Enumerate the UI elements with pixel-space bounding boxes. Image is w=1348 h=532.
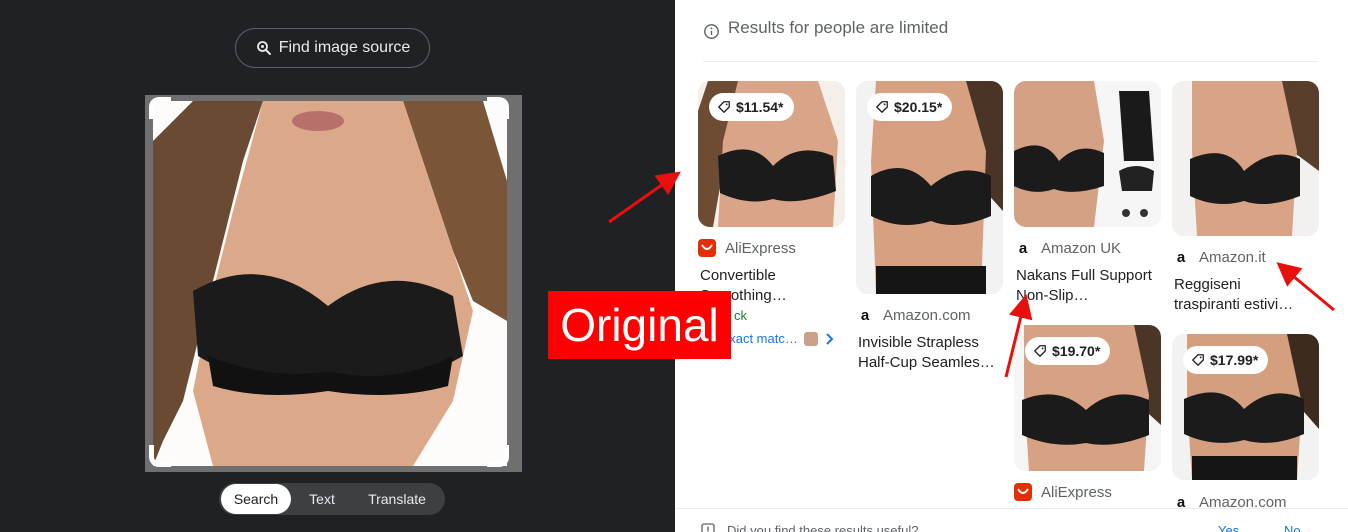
source-name: Amazon.it	[1199, 248, 1266, 266]
crop-handle-top-right[interactable]	[487, 97, 509, 119]
result-card[interactable]: $17.99* a Amazon.com	[1172, 334, 1319, 511]
query-image-frame	[145, 95, 522, 472]
tab-text[interactable]: Text	[291, 484, 353, 514]
price-value: $20.15*	[894, 99, 943, 115]
result-card[interactable]: $19.70* AliExpress	[1014, 325, 1161, 501]
info-icon	[704, 24, 719, 39]
price-value: $19.70*	[1052, 343, 1101, 359]
find-image-source-label: Find image source	[278, 39, 411, 56]
price-tag: $17.99*	[1183, 346, 1269, 374]
result-source: a Amazon.it	[1172, 248, 1319, 266]
feedback-question: Did you find these results useful?	[727, 523, 919, 532]
result-card[interactable]: a Amazon.it Reggiseni traspiranti estivi…	[1172, 81, 1319, 315]
result-thumbnail[interactable]: $17.99*	[1172, 334, 1319, 480]
amazon-icon: a	[1018, 239, 1028, 257]
crop-handle-bottom-left[interactable]	[149, 445, 171, 467]
result-thumbnail[interactable]	[1014, 81, 1161, 227]
feedback-bar: Did you find these results useful? Yes N…	[675, 508, 1348, 532]
results-limited-notice: Results for people are limited	[703, 18, 1318, 62]
find-image-source-button[interactable]: Find image source	[235, 28, 430, 68]
result-source: AliExpress	[1014, 483, 1161, 501]
tag-icon	[1192, 354, 1204, 366]
crop-handle-top-left[interactable]	[149, 97, 171, 119]
title-line-2: Half-Cup Seamles…	[858, 354, 995, 371]
result-thumbnail[interactable]	[1172, 81, 1319, 236]
limited-notice-text: Results for people are limited	[728, 18, 949, 37]
result-thumbnail[interactable]: $20.15*	[856, 81, 1003, 294]
price-tag: $19.70*	[1025, 337, 1111, 365]
tag-icon	[876, 101, 888, 113]
result-source: a Amazon UK	[1014, 239, 1161, 257]
lens-mode-tabs: Search Text Translate	[219, 483, 445, 515]
lens-search-icon	[256, 41, 271, 55]
title-line-1: Reggiseni	[1174, 276, 1241, 293]
result-source: a Amazon.com	[856, 306, 1003, 324]
tag-icon	[718, 101, 730, 113]
title-line-1: Convertible	[700, 267, 776, 284]
price-tag: $20.15*	[867, 93, 953, 121]
source-name: Amazon.com	[883, 306, 971, 324]
feedback-yes-button[interactable]: Yes	[1218, 523, 1239, 532]
result-title[interactable]: Reggiseni traspiranti estivi…	[1172, 275, 1319, 315]
tab-translate[interactable]: Translate	[353, 484, 441, 514]
feedback-no-button[interactable]: No	[1284, 523, 1301, 532]
crop-handle-bottom-right[interactable]	[487, 445, 509, 467]
image-preview-pane: Find image source Search Text Translate	[0, 0, 675, 532]
chevron-right-icon	[826, 332, 834, 345]
result-title[interactable]: Invisible Strapless Half-Cup Seamles…	[856, 333, 1003, 373]
original-annotation-label: Original	[548, 291, 731, 359]
source-name: Amazon UK	[1041, 239, 1122, 257]
title-line-2: traspiranti estivi…	[1174, 296, 1294, 313]
title-line-1: Nakans Full Support	[1016, 267, 1152, 284]
feedback-icon	[701, 523, 715, 532]
tab-search[interactable]: Search	[221, 484, 291, 514]
amazon-icon: a	[860, 306, 870, 324]
title-line-1: Invisible Strapless	[858, 334, 979, 351]
exact-match-label: exact matc…	[722, 331, 798, 346]
result-card[interactable]: $20.15* a Amazon.com Invisible Strapless…	[856, 81, 1003, 373]
title-line-2: Non-Slip…	[1016, 287, 1089, 304]
price-value: $17.99*	[1210, 352, 1259, 368]
tag-icon	[1034, 345, 1046, 357]
result-thumbnail[interactable]: $11.54*	[698, 81, 845, 227]
source-name: AliExpress	[725, 239, 796, 257]
aliexpress-icon	[1014, 483, 1032, 501]
result-thumbnail[interactable]: $19.70*	[1014, 325, 1161, 471]
results-pane: Results for people are limited $11.54* A…	[675, 0, 1348, 532]
query-image	[153, 101, 507, 466]
result-source: AliExpress	[698, 239, 845, 257]
source-name: AliExpress	[1041, 483, 1112, 501]
price-tag: $11.54*	[709, 93, 794, 121]
exact-match-thumbnail	[803, 331, 818, 346]
amazon-icon: a	[1176, 248, 1186, 266]
price-value: $11.54*	[736, 99, 784, 115]
aliexpress-icon	[698, 239, 716, 257]
result-card[interactable]: a Amazon UK Nakans Full Support Non-Slip…	[1014, 81, 1161, 306]
result-title[interactable]: Nakans Full Support Non-Slip…	[1014, 266, 1161, 306]
